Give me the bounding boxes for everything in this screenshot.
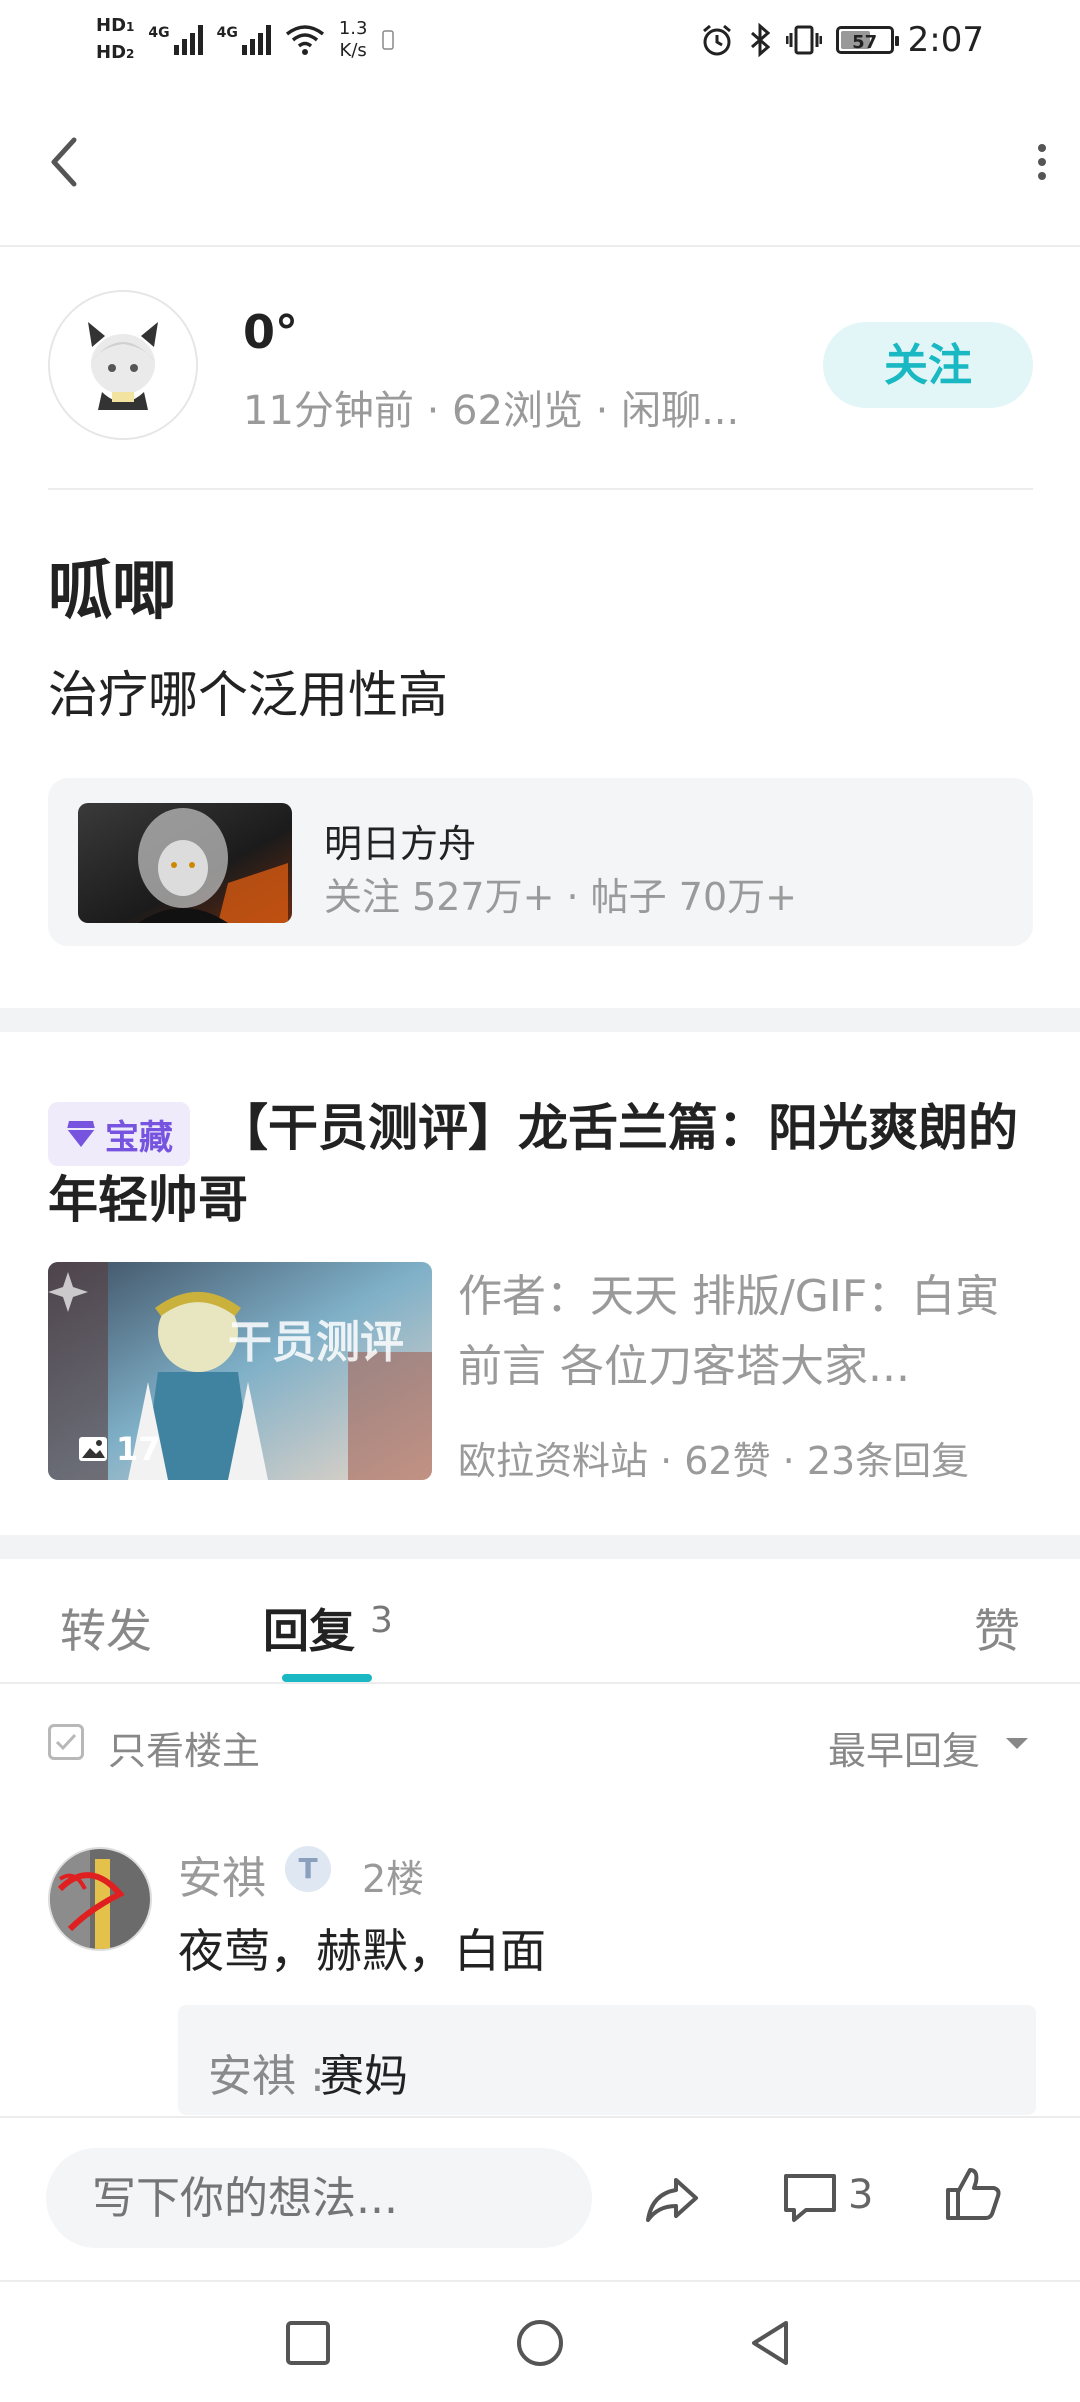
alarm-icon: [702, 24, 731, 56]
tab-like[interactable]: 赞: [974, 1595, 1020, 1661]
commenter-name[interactable]: 安祺: [178, 1842, 266, 1906]
thumbs-up-icon[interactable]: [942, 2162, 1006, 2226]
sort-dropdown[interactable]: 最早回复: [828, 1720, 980, 1775]
status-left: HD1 HD2 4G 4G 1.3 K/s: [96, 10, 395, 70]
divider: [48, 488, 1033, 490]
battery-icon: 57: [835, 26, 899, 54]
caret-down-icon[interactable]: [1006, 1738, 1028, 1749]
section-divider: [0, 1535, 1080, 1559]
floor-number: 2楼: [362, 1857, 425, 1901]
only-op-checkbox[interactable]: [48, 1724, 84, 1760]
vibrate-icon: [785, 25, 822, 55]
only-op-label[interactable]: 只看楼主: [108, 1720, 260, 1775]
tag-label: 宝藏: [105, 1117, 173, 1158]
sub-reply-user: 安祺 :: [208, 2051, 325, 2102]
status-right: 57 2:07: [700, 10, 984, 70]
comment-input[interactable]: [46, 2148, 592, 2248]
article-excerpt: 作者：天天 排版/GIF：白寅 前言 各位刀客塔大家...: [458, 1271, 1000, 1392]
status-bar: HD1 HD2 4G 4G 1.3 K/s 57 2:07: [0, 0, 1080, 80]
share-icon[interactable]: [640, 2166, 704, 2230]
forum-card[interactable]: 明日方舟 关注 527万+ · 帖子 70万+: [48, 778, 1033, 946]
more-options-icon[interactable]: [1022, 132, 1062, 192]
level-badge: T: [285, 1846, 331, 1892]
post-body: 治疗哪个泛用性高: [48, 666, 448, 724]
bluetooth-icon: [750, 23, 770, 57]
system-nav-bar: [0, 2280, 1080, 2402]
bottom-composer: 3: [0, 2116, 1080, 2278]
hd2-label: HD: [96, 42, 127, 63]
network-speed: 1.3 K/s: [338, 18, 368, 61]
back-arrow-icon[interactable]: [44, 132, 84, 192]
notification-icon: [382, 30, 395, 50]
back-icon[interactable]: [744, 2317, 796, 2369]
forum-stats: 关注 527万+ · 帖子 70万+: [324, 875, 797, 919]
post-meta: 11分钟前 · 62浏览 · 闲聊...: [243, 388, 740, 434]
comment-icon[interactable]: [778, 2166, 842, 2230]
commenter-avatar[interactable]: [48, 1847, 152, 1951]
recents-icon[interactable]: [282, 2317, 334, 2369]
sub-reply[interactable]: 安祺 : 赛妈: [178, 2005, 1036, 2115]
image-count: 17: [78, 1430, 161, 1468]
forum-thumbnail: [78, 803, 292, 923]
signal-2-icon: 4G: [217, 25, 271, 55]
sig1-label: 4G: [148, 25, 170, 41]
hd1-label: HD: [96, 15, 127, 36]
forum-name: 明日方舟: [324, 822, 477, 866]
image-icon: [79, 1437, 107, 1461]
tab-reply[interactable]: 回复: [263, 1595, 355, 1661]
hd1-sub: 1: [126, 20, 135, 34]
follow-button[interactable]: 关注: [823, 322, 1033, 408]
article-thumbnail[interactable]: 干员测评 17: [48, 1262, 432, 1480]
diamond-icon: [67, 1121, 95, 1147]
divider: [0, 1682, 1080, 1684]
clock: 2:07: [907, 20, 984, 60]
sub-reply-text: 赛妈: [320, 2051, 408, 2102]
check-icon: [55, 1733, 77, 1751]
reply-count: 3: [370, 1600, 393, 1641]
top-nav: [0, 80, 1080, 247]
author-avatar[interactable]: [48, 290, 198, 440]
svg-text:干员测评: 干员测评: [228, 1317, 404, 1368]
section-divider: [0, 1008, 1080, 1032]
home-icon[interactable]: [514, 2317, 566, 2369]
tab-forward[interactable]: 转发: [60, 1595, 152, 1661]
sig2-label: 4G: [216, 25, 238, 41]
treasure-tag: 宝藏: [48, 1102, 190, 1166]
author-name[interactable]: 0°: [243, 305, 298, 359]
post-title: 呱唧: [48, 555, 176, 629]
active-tab-indicator: [282, 1674, 372, 1682]
article-meta: 欧拉资料站 · 62赞 · 23条回复: [458, 1439, 970, 1483]
comment-count: 3: [848, 2172, 874, 2218]
hd2-sub: 2: [126, 47, 135, 61]
article-title[interactable]: 【干员测评】龙舌兰篇：阳光爽朗的年轻帅哥: [48, 1092, 1038, 1236]
comment-text: 夜莺，赫默，白面: [178, 1924, 546, 1978]
signal-1-icon: 4G: [148, 25, 203, 55]
wifi-icon: [285, 25, 324, 55]
